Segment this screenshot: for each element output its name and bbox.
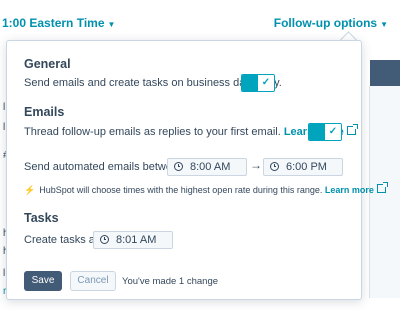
follow-up-options-popover: General Send emails and create tasks on … — [6, 40, 388, 300]
timezone-dropdown[interactable]: 1:00 Eastern Time ▼ — [2, 16, 115, 30]
tasks-section-title: Tasks — [24, 211, 59, 225]
arrow-right-icon: → — [250, 158, 262, 172]
check-icon: ✓ — [325, 124, 341, 140]
send-time-hint: ⚡ HubSpot will choose times with the high… — [24, 182, 388, 196]
background-panel-header — [370, 60, 400, 86]
chevron-down-icon: ▼ — [107, 20, 116, 29]
thread-emails-toggle[interactable]: ✓ — [308, 123, 342, 141]
follow-up-options-label: Follow-up options — [273, 16, 378, 30]
send-time-hint-text: HubSpot will choose times with the highe… — [39, 185, 323, 195]
clock-icon — [270, 162, 279, 171]
background-text-fragment: l — [3, 268, 6, 279]
general-section-title: General — [24, 57, 71, 71]
lightning-icon: ⚡ — [24, 185, 36, 195]
follow-up-options-dropdown[interactable]: Follow-up options ▼ — [274, 16, 388, 30]
start-time-value: 8:00 AM — [190, 161, 231, 173]
create-tasks-label: Create tasks at — [24, 234, 98, 246]
end-time-input[interactable]: 6:00 PM — [263, 158, 343, 176]
end-time-value: 6:00 PM — [286, 161, 327, 173]
toggle-on-fill — [242, 75, 258, 91]
clock-icon — [100, 235, 109, 244]
clock-icon — [174, 162, 183, 171]
external-link-icon — [346, 124, 358, 135]
external-link-icon — [376, 182, 388, 193]
business-days-toggle[interactable]: ✓ — [241, 74, 275, 92]
emails-section-title: Emails — [24, 105, 65, 119]
check-icon: ✓ — [258, 75, 274, 91]
toggle-on-fill — [309, 124, 325, 140]
task-time-input[interactable]: 8:01 AM — [93, 231, 173, 249]
unsaved-changes-note: You've made 1 change — [122, 276, 219, 287]
background-text-fragment: l — [3, 122, 6, 133]
chevron-down-icon: ▼ — [380, 20, 388, 29]
send-between-label: Send automated emails between — [24, 161, 185, 173]
hint-learn-more-link[interactable]: Learn more — [325, 185, 374, 195]
timezone-label: 1:00 Eastern Time — [2, 16, 105, 30]
start-time-input[interactable]: 8:00 AM — [167, 158, 247, 176]
cancel-button[interactable]: Cancel — [70, 271, 116, 291]
thread-emails-label: Thread follow-up emails as replies to yo… — [24, 126, 281, 138]
task-time-value: 8:01 AM — [116, 234, 157, 246]
background-text-fragment: l — [3, 102, 6, 113]
save-button[interactable]: Save — [24, 271, 62, 291]
thread-emails-row: Thread follow-up emails as replies to yo… — [24, 124, 358, 138]
